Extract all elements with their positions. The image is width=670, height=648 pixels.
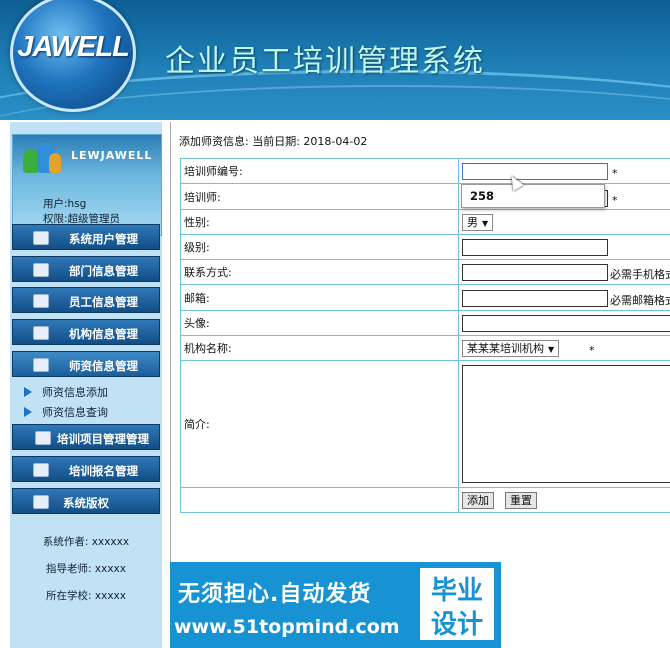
menu-label: 机构信息管理: [69, 327, 138, 341]
required-mark: *: [589, 344, 595, 357]
form-row: 级别:: [180, 234, 670, 260]
menu-label: 培训报名管理: [69, 464, 138, 478]
org-value: 某某某培训机构: [467, 342, 544, 355]
avatar-input[interactable]: [462, 315, 670, 332]
menu-registration[interactable]: 培训报名管理: [12, 456, 160, 482]
play-icon: [24, 387, 32, 397]
menu-label: 部门信息管理: [69, 264, 138, 278]
org-select[interactable]: 某某某培训机构 ▼: [462, 340, 560, 357]
org-label: 机构名称:: [184, 342, 232, 355]
menu-system-user[interactable]: 系统用户管理: [12, 224, 160, 250]
teacher-id-label: 培训师编号:: [184, 165, 243, 178]
menu-training-project[interactable]: 培训项目管理管理: [12, 424, 160, 450]
folder-icon: [33, 263, 49, 277]
submenu-label: 师资信息查询: [42, 406, 108, 419]
level-input[interactable]: [462, 239, 608, 256]
folder-icon: [33, 294, 49, 308]
menu-department[interactable]: 部门信息管理: [12, 256, 160, 282]
teacher-id-input[interactable]: [462, 163, 608, 180]
contact-input[interactable]: [462, 264, 608, 281]
header-banner: JAWELL 企业员工培训管理系统: [0, 0, 670, 120]
email-input[interactable]: [462, 290, 608, 307]
contact-label: 联系方式:: [184, 266, 232, 279]
tools-icon: [35, 431, 51, 445]
play-icon: [24, 407, 32, 417]
autocomplete-dropdown[interactable]: 258: [461, 184, 605, 208]
form-row: 联系方式: 必需手机格式: [180, 259, 670, 285]
menu-label: 培训项目管理管理: [57, 432, 149, 446]
system-title: 企业员工培训管理系统: [165, 44, 485, 79]
form-row: 头像:: [180, 310, 670, 336]
form-row: 添加 重置: [180, 487, 670, 513]
form-row: 简介:: [180, 360, 670, 488]
reset-button[interactable]: 重置: [505, 492, 537, 509]
add-button[interactable]: 添加: [462, 492, 494, 509]
required-mark: *: [612, 194, 618, 207]
page-info: 添加师资信息: 当前日期: 2018-04-02: [179, 135, 368, 148]
user-info-panel: LEWJAWELL 用户:hsg 权限:超级管理员: [12, 134, 162, 236]
gender-label: 性别:: [184, 216, 210, 229]
book-icon: [33, 326, 49, 340]
submenu-teacher-add[interactable]: 师资信息添加: [24, 384, 108, 400]
monitor-icon: [33, 463, 49, 477]
intro-label: 简介:: [184, 418, 210, 431]
menu-organization[interactable]: 机构信息管理: [12, 319, 160, 345]
email-label: 邮箱:: [184, 291, 210, 305]
menu-employee[interactable]: 员工信息管理: [12, 287, 160, 313]
users-icon: [23, 143, 61, 177]
dropdown-arrow-icon: ▼: [482, 219, 489, 228]
intro-textarea[interactable]: [462, 365, 670, 483]
sidebar: LEWJAWELL 用户:hsg 权限:超级管理员 系统用户管理 部门信息管理 …: [10, 122, 162, 648]
school-line: 所在学校: xxxxx: [46, 590, 126, 602]
form-row: 邮箱: 必需邮箱格式: [180, 284, 670, 311]
menu-copyright[interactable]: 系统版权: [12, 488, 160, 514]
form-row: 机构名称: 某某某培训机构 ▼ *: [180, 335, 670, 361]
submenu-label: 师资信息添加: [42, 386, 108, 399]
advisor-line: 指导老师: xxxxx: [46, 563, 126, 575]
menu-label: 员工信息管理: [69, 295, 138, 309]
banner-url: www.51topmind.com: [174, 616, 400, 638]
gender-select[interactable]: 男 ▼: [462, 214, 494, 231]
email-hint: 必需邮箱格式: [610, 294, 670, 307]
folder-icon: [33, 231, 49, 245]
user-name: 用户:hsg: [43, 198, 87, 210]
form-row: 性别: 男 ▼: [180, 209, 670, 235]
badge-line1: 毕业: [430, 576, 483, 606]
menu-label: 系统用户管理: [69, 232, 138, 246]
menu-label: 师资信息管理: [69, 359, 138, 373]
teacher-name-label: 培训师:: [184, 190, 221, 204]
logo-text: JAWELL: [17, 31, 130, 63]
folder-icon: [33, 495, 49, 509]
gender-value: 男: [467, 216, 478, 229]
banner-slogan: 无须担心.自动发货: [178, 582, 372, 607]
form-row: 培训师编号: *: [180, 158, 670, 184]
watermark-banner: 无须担心.自动发货 www.51topmind.com 毕业 设计: [170, 562, 501, 648]
author-line: 系统作者: xxxxxx: [42, 536, 130, 548]
menu-label: 系统版权: [63, 496, 109, 510]
dropdown-arrow-icon: ▼: [548, 345, 555, 354]
menu-teacher[interactable]: 师资信息管理: [12, 351, 160, 377]
mail-icon: [33, 358, 49, 372]
contact-hint: 必需手机格式: [610, 268, 670, 281]
avatar-label: 头像:: [184, 317, 210, 330]
banner-badge: 毕业 设计: [420, 568, 494, 640]
autocomplete-option[interactable]: 258: [470, 189, 494, 203]
submenu-teacher-query[interactable]: 师资信息查询: [24, 404, 108, 420]
brand-name: LEWJAWELL: [71, 149, 153, 162]
badge-line2: 设计: [430, 610, 483, 640]
level-label: 级别:: [184, 241, 210, 254]
required-mark: *: [612, 167, 618, 180]
